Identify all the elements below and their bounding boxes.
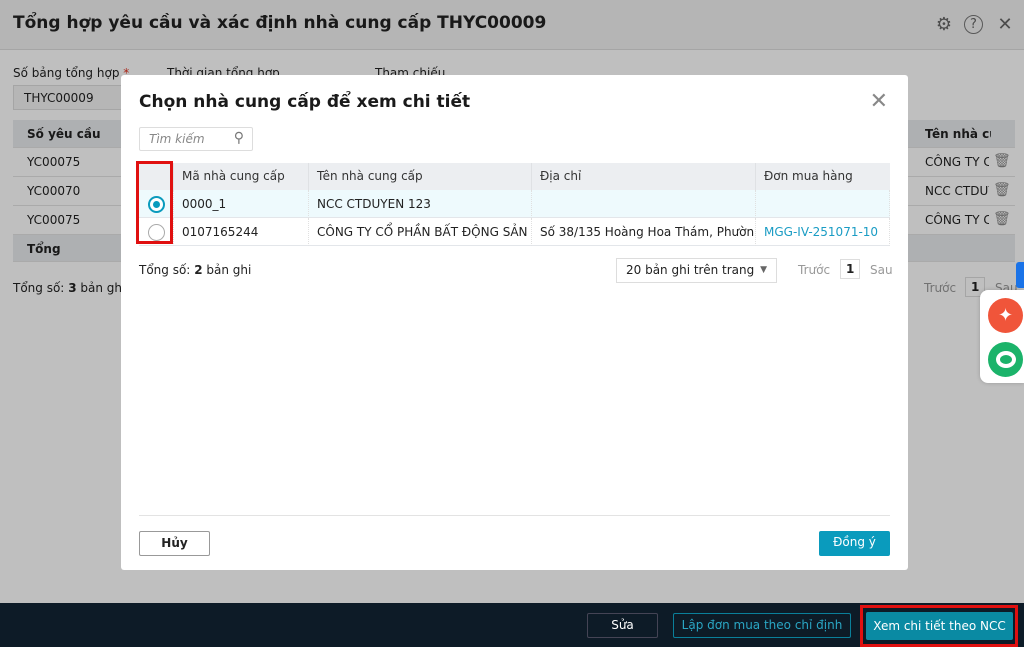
prev-page[interactable]: Trước: [798, 263, 830, 277]
supplier-table: Mã nhà cung cấp Tên nhà cung cấp Địa chỉ…: [139, 163, 890, 246]
cell-ma: 0107165244: [174, 218, 309, 246]
cell-don-link[interactable]: MGG-IV-251071-10: [756, 218, 890, 246]
next-page[interactable]: Sau: [870, 263, 893, 277]
page-number[interactable]: 1: [840, 259, 861, 279]
col-header: Đơn mua hàng: [756, 163, 890, 190]
cell-ten: NCC CTDUYEN 123: [309, 190, 532, 218]
cell-ten: CÔNG TY CỔ PHẦN BẤT ĐỘNG SẢN ...: [309, 218, 532, 246]
col-header: Địa chỉ: [532, 163, 756, 190]
ai-sparkle-icon[interactable]: ✦: [988, 298, 1023, 333]
cell-don[interactable]: [756, 190, 890, 218]
edit-button[interactable]: Sửa: [587, 613, 658, 638]
ok-button[interactable]: Đồng ý: [819, 531, 890, 556]
cell-dia-chi: [532, 190, 756, 218]
page-size-select[interactable]: 20 bản ghi trên trang ▼: [616, 258, 777, 283]
chevron-down-icon: ▼: [760, 265, 767, 275]
search-icon[interactable]: ⚲: [234, 130, 244, 146]
select-supplier-modal: Chọn nhà cung cấp để xem chi tiết ✕ Tìm …: [121, 75, 908, 570]
cell-dia-chi: Số 38/135 Hoàng Hoa Thám, Phườn...: [532, 218, 756, 246]
floating-widget: ✦: [980, 290, 1024, 383]
highlight-box: [136, 161, 173, 244]
search-input[interactable]: Tìm kiếm ⚲: [139, 127, 253, 151]
col-header: Mã nhà cung cấp: [174, 163, 309, 190]
view-detail-by-supplier-button[interactable]: Xem chi tiết theo NCC: [866, 612, 1013, 640]
divider: [139, 515, 890, 516]
create-po-button[interactable]: Lập đơn mua theo chỉ định: [673, 613, 851, 638]
col-header: Tên nhà cung cấp: [309, 163, 532, 190]
modal-title: Chọn nhà cung cấp để xem chi tiết: [139, 92, 471, 112]
chat-icon[interactable]: [988, 342, 1023, 377]
record-count: Tổng số: 2 bản ghi: [139, 263, 252, 277]
footer-bar: Sửa Lập đơn mua theo chỉ định Xem chi ti…: [0, 603, 1024, 647]
cell-ma: 0000_1: [174, 190, 309, 218]
cancel-button[interactable]: Hủy: [139, 531, 210, 556]
side-tab-handle[interactable]: [1016, 262, 1024, 288]
close-icon[interactable]: ✕: [870, 89, 888, 114]
